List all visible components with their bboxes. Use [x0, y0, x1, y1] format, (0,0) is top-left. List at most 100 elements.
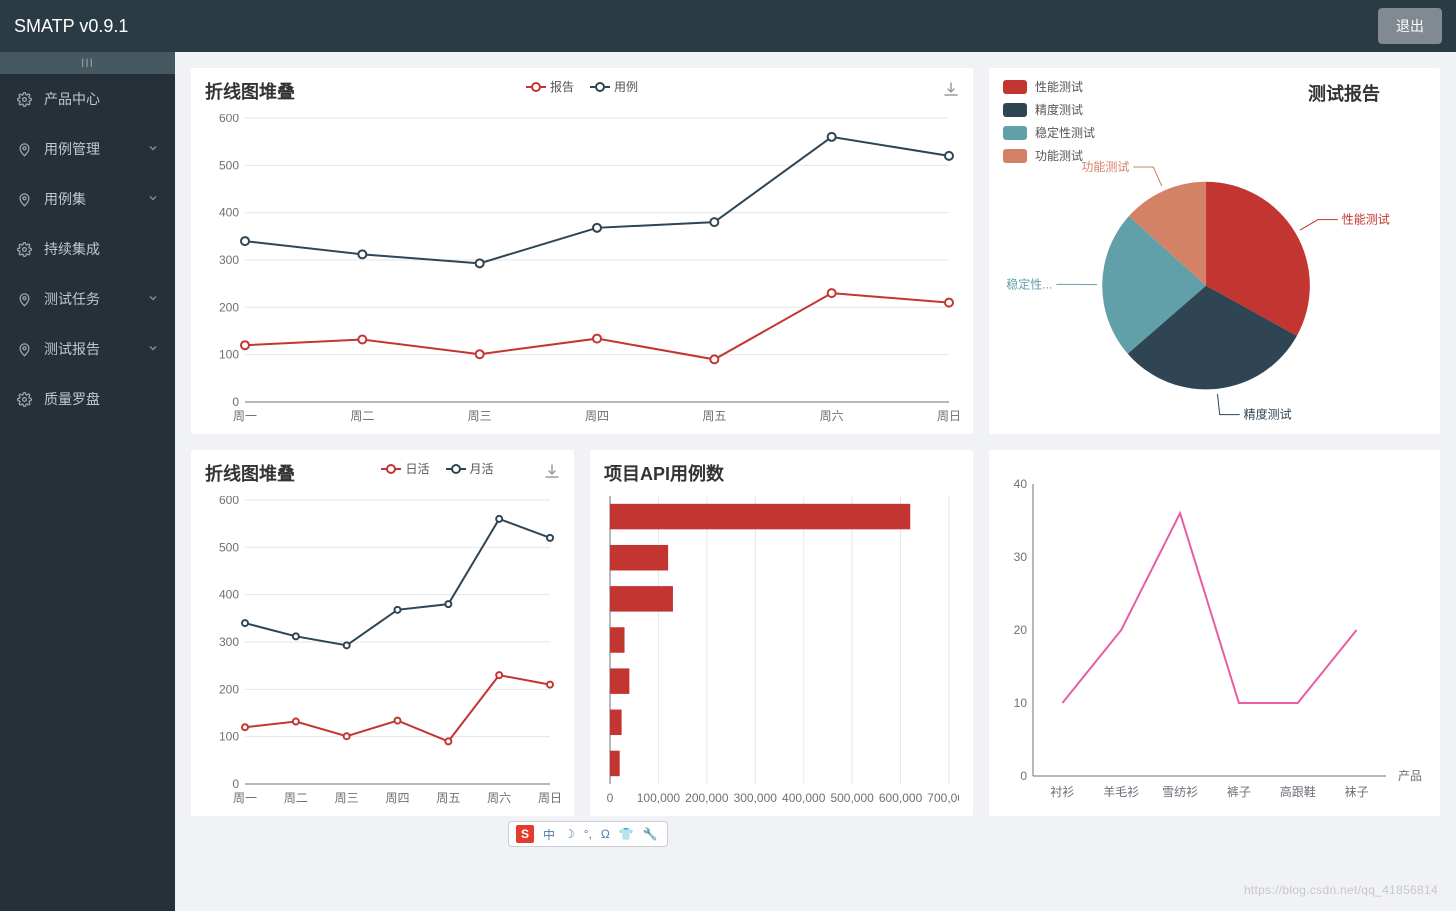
card-line-big: 折线图堆叠 报告 用例 0100200300400500600周一周二周三周四周…: [191, 68, 973, 434]
svg-text:200,000: 200,000: [685, 791, 729, 805]
svg-text:精度测试: 精度测试: [1244, 407, 1292, 422]
svg-text:羊毛衫: 羊毛衫: [1103, 784, 1139, 799]
svg-text:袜子: 袜子: [1345, 785, 1369, 799]
svg-text:500: 500: [219, 158, 239, 172]
svg-text:周一: 周一: [233, 791, 257, 805]
svg-text:周三: 周三: [335, 791, 359, 805]
svg-text:200: 200: [219, 300, 239, 314]
top-bar: SMATP v0.9.1 退出: [0, 0, 1456, 52]
svg-text:产品: 产品: [1398, 769, 1422, 783]
shirt-icon[interactable]: 👕: [619, 827, 634, 841]
svg-text:雪纺衫: 雪纺衫: [1162, 785, 1198, 799]
svg-text:周二: 周二: [350, 409, 374, 423]
sidebar-item-2[interactable]: 用例集: [0, 174, 175, 224]
svg-text:100: 100: [219, 730, 239, 744]
sidebar: III 产品中心 用例管理 用例集 持续集成 测试任务 测试报告 质量罗盘: [0, 52, 175, 911]
gear-icon: [16, 391, 32, 407]
svg-text:稳定性...: 稳定性...: [1006, 276, 1052, 291]
svg-text:10: 10: [1014, 696, 1028, 710]
svg-text:20: 20: [1014, 623, 1028, 637]
sidebar-item-label: 产品中心: [44, 89, 100, 109]
svg-text:周一: 周一: [233, 409, 257, 423]
svg-text:600: 600: [219, 114, 239, 125]
pin-icon: [16, 341, 32, 357]
download-icon[interactable]: [544, 464, 560, 485]
chevron-down-icon: [147, 341, 159, 357]
sidebar-item-label: 质量罗盘: [44, 389, 100, 409]
sidebar-item-label: 持续集成: [44, 239, 100, 259]
svg-text:性能测试: 性能测试: [1342, 212, 1390, 227]
svg-text:周六: 周六: [487, 791, 511, 805]
pin-icon: [16, 291, 32, 307]
legend-item-usecase[interactable]: 用例: [590, 78, 638, 95]
svg-text:600,000: 600,000: [879, 791, 923, 805]
sidebar-item-3[interactable]: 持续集成: [0, 224, 175, 274]
svg-text:300,000: 300,000: [734, 791, 778, 805]
sidebar-collapse-handle[interactable]: III: [0, 52, 175, 74]
pin-icon: [16, 141, 32, 157]
chevron-down-icon: [147, 291, 159, 307]
sidebar-item-label: 测试报告: [44, 339, 100, 359]
svg-text:高跟鞋: 高跟鞋: [1280, 784, 1316, 799]
chart-title: 项目API用例数: [604, 460, 959, 486]
ime-toolbar[interactable]: S 中 ☽ °, Ω 👕 🔧: [508, 821, 668, 847]
legend-item-dau[interactable]: 日活: [381, 460, 429, 477]
svg-text:周四: 周四: [585, 409, 609, 423]
svg-text:200: 200: [219, 682, 239, 696]
svg-text:100,000: 100,000: [637, 791, 681, 805]
chart-svg: 0100200300400500600周一周二周三周四周五周六周日: [205, 496, 560, 806]
svg-text:0: 0: [607, 791, 614, 805]
card-line-pink: 010203040衬衫羊毛衫雪纺衫裤子高跟鞋袜子产品: [989, 450, 1440, 816]
ime-lang-indicator[interactable]: 中: [543, 826, 555, 843]
punct-icon[interactable]: °,: [584, 827, 592, 841]
card-pie: 性能测试精度测试稳定性测试功能测试 测试报告 性能测试精度测试稳定性...功能测…: [989, 68, 1440, 434]
sidebar-item-5[interactable]: 测试报告: [0, 324, 175, 374]
sidebar-item-6[interactable]: 质量罗盘: [0, 374, 175, 424]
chart-legend: 报告 用例: [191, 78, 973, 95]
sidebar-item-1[interactable]: 用例管理: [0, 124, 175, 174]
svg-text:周四: 周四: [385, 791, 409, 805]
chart-svg: 0100200300400500600周一周二周三周四周五周六周日: [205, 114, 959, 424]
pin-icon: [16, 191, 32, 207]
svg-text:周三: 周三: [468, 409, 492, 423]
watermark: https://blog.csdn.net/qq_41856814: [1244, 883, 1438, 897]
moon-icon[interactable]: ☽: [564, 827, 575, 841]
svg-text:衬衫: 衬衫: [1050, 785, 1074, 799]
omega-icon[interactable]: Ω: [601, 827, 610, 841]
app-brand: SMATP v0.9.1: [14, 16, 128, 37]
svg-text:400: 400: [219, 206, 239, 220]
legend-item-report[interactable]: 报告: [526, 78, 574, 95]
svg-text:周二: 周二: [284, 791, 308, 805]
svg-text:300: 300: [219, 253, 239, 267]
sidebar-item-4[interactable]: 测试任务: [0, 274, 175, 324]
svg-text:600: 600: [219, 496, 239, 507]
svg-text:0: 0: [232, 395, 239, 409]
gear-icon: [16, 91, 32, 107]
svg-text:功能测试: 功能测试: [1081, 159, 1129, 174]
card-line-small: 折线图堆叠 日活 月活 0100200300400500600周一周二周三周四周…: [191, 450, 574, 816]
gear-icon: [16, 241, 32, 257]
svg-text:400: 400: [219, 588, 239, 602]
sidebar-item-0[interactable]: 产品中心: [0, 74, 175, 124]
svg-text:周五: 周五: [436, 791, 460, 805]
ime-logo-icon: S: [516, 825, 534, 843]
download-icon[interactable]: [943, 82, 959, 103]
svg-text:40: 40: [1014, 477, 1028, 491]
svg-text:30: 30: [1014, 550, 1028, 564]
chart-legend: 日活 月活: [301, 460, 574, 477]
chevron-down-icon: [147, 191, 159, 207]
wrench-icon[interactable]: 🔧: [643, 827, 658, 841]
svg-text:裤子: 裤子: [1227, 785, 1251, 799]
svg-text:400,000: 400,000: [782, 791, 826, 805]
svg-text:0: 0: [232, 777, 239, 791]
svg-text:周五: 周五: [702, 409, 726, 423]
chevron-down-icon: [147, 141, 159, 157]
svg-text:周六: 周六: [820, 409, 844, 423]
sidebar-item-label: 用例集: [44, 189, 86, 209]
logout-button[interactable]: 退出: [1378, 8, 1442, 44]
card-bar-h: 项目API用例数 0 100,000 200,000 300,000 400,000 50…: [590, 450, 973, 816]
svg-text:500,000: 500,000: [830, 791, 874, 805]
sidebar-item-label: 测试任务: [44, 289, 100, 309]
svg-text:300: 300: [219, 635, 239, 649]
legend-item-mau[interactable]: 月活: [446, 460, 494, 477]
